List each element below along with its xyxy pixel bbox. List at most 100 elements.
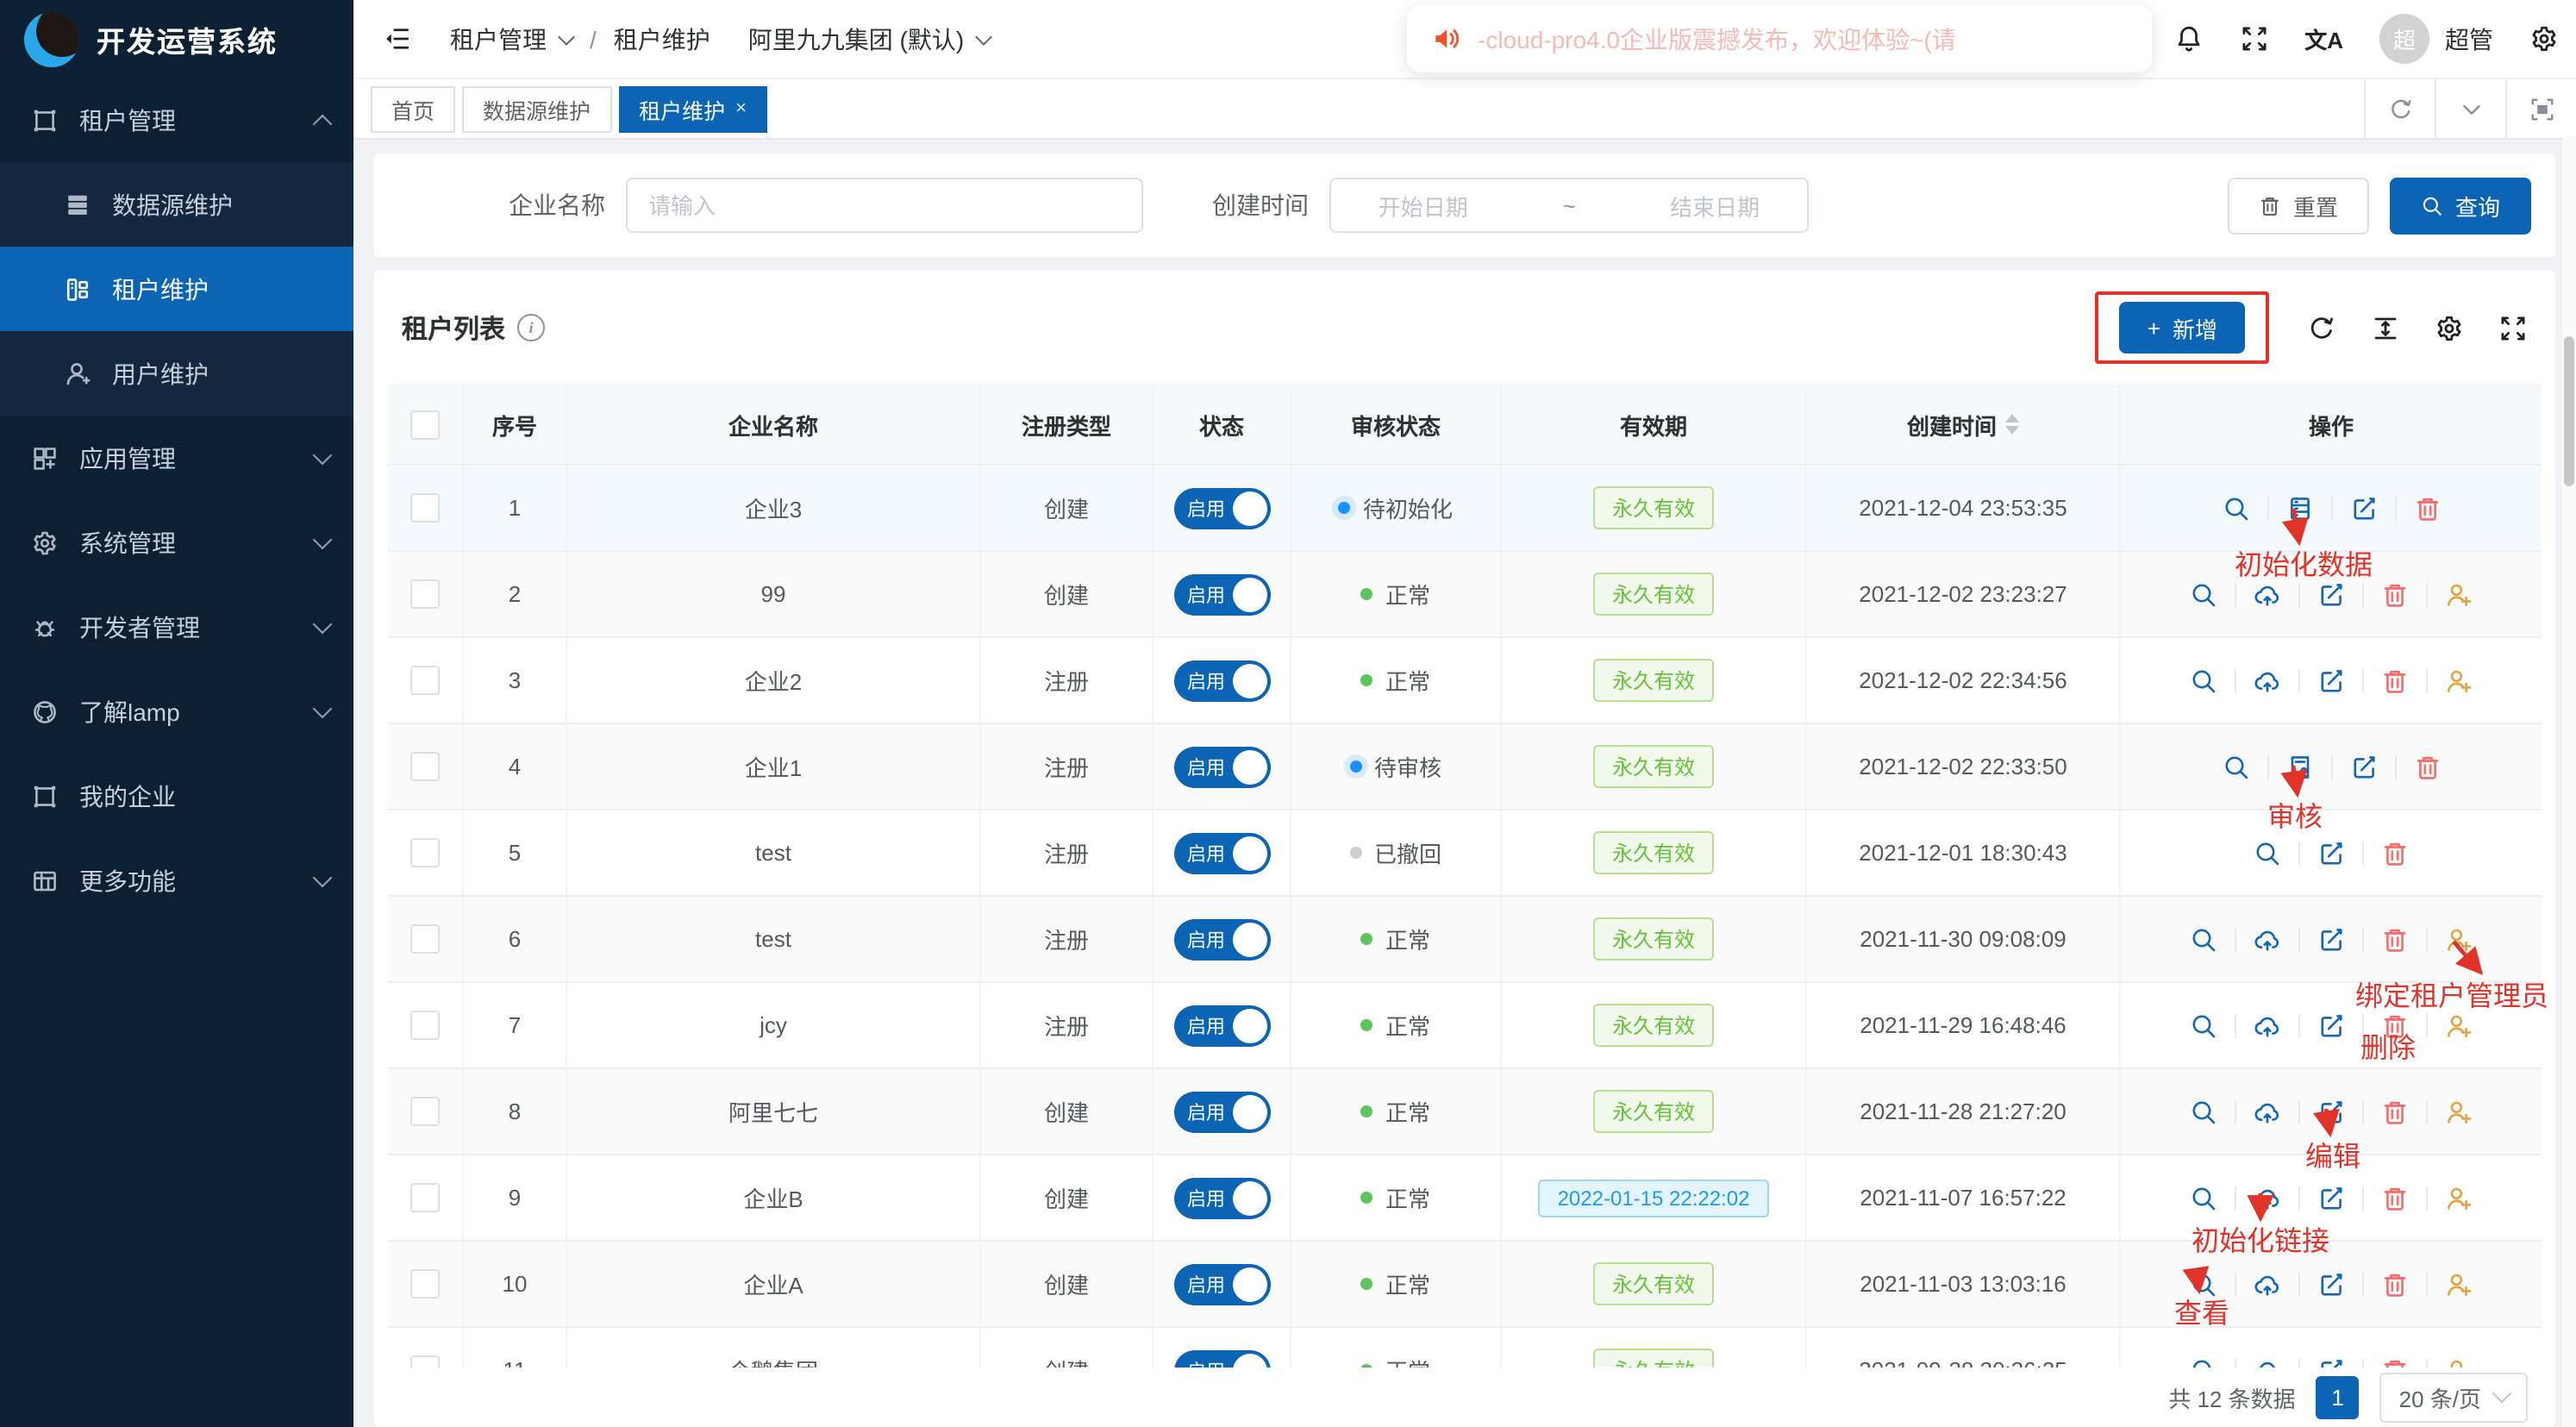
edit-icon[interactable] <box>2317 580 2345 608</box>
row-checkbox[interactable] <box>410 666 440 695</box>
view-icon[interactable] <box>2190 580 2217 608</box>
status-toggle[interactable]: 启用 <box>1173 832 1270 873</box>
close-icon[interactable]: × <box>735 98 747 119</box>
delete-icon[interactable] <box>2381 1011 2409 1039</box>
add-button[interactable]: + 新增 <box>2120 302 2245 354</box>
status-toggle[interactable]: 启用 <box>1173 1091 1270 1132</box>
init-link-icon[interactable] <box>2254 925 2281 953</box>
breadcrumb-root[interactable]: 租户管理 <box>450 22 547 56</box>
bind-admin-icon[interactable] <box>2445 1011 2473 1039</box>
row-checkbox[interactable] <box>410 838 440 867</box>
edit-icon[interactable] <box>2349 494 2377 522</box>
status-toggle[interactable]: 启用 <box>1173 1177 1270 1218</box>
bind-admin-icon[interactable] <box>2445 1356 2473 1368</box>
company-switcher[interactable]: 阿里九九集团 (默认) <box>748 22 990 56</box>
status-toggle[interactable]: 启用 <box>1173 660 1270 701</box>
status-toggle[interactable]: 启用 <box>1173 918 1270 960</box>
init-link-icon[interactable] <box>2254 1184 2281 1211</box>
status-toggle[interactable]: 启用 <box>1173 487 1270 529</box>
row-checkbox[interactable] <box>410 1097 440 1126</box>
edit-icon[interactable] <box>2317 839 2345 867</box>
scrollbar-thumb[interactable] <box>2564 336 2574 486</box>
audit-icon[interactable] <box>2285 753 2313 780</box>
delete-icon[interactable] <box>2381 580 2409 608</box>
sidebar-item-apps[interactable]: 应用管理 <box>0 416 353 500</box>
delete-icon[interactable] <box>2381 1356 2409 1368</box>
view-icon[interactable] <box>2190 1270 2217 1298</box>
company-name-input[interactable] <box>626 178 1143 233</box>
sidebar-item-github[interactable]: 了解lamp <box>0 669 353 754</box>
delete-icon[interactable] <box>2381 1270 2409 1298</box>
sidebar-item-datasource[interactable]: 数据源维护 <box>0 162 353 247</box>
edit-icon[interactable] <box>2317 925 2345 953</box>
init-data-icon[interactable] <box>2285 494 2313 522</box>
view-icon[interactable] <box>2254 839 2281 867</box>
maximize-frame-icon[interactable] <box>2505 79 2576 138</box>
view-icon[interactable] <box>2222 753 2249 780</box>
init-link-icon[interactable] <box>2254 1356 2281 1368</box>
sidebar-item-more[interactable]: 更多功能 <box>0 838 353 923</box>
tab-租户维护[interactable]: 租户维护× <box>618 85 767 132</box>
refresh-table-icon[interactable] <box>2307 313 2336 342</box>
bind-admin-icon[interactable] <box>2445 1270 2473 1298</box>
fullscreen-icon[interactable] <box>2239 24 2268 53</box>
refresh-tab-icon[interactable] <box>2364 79 2435 138</box>
row-density-icon[interactable] <box>2371 313 2400 342</box>
init-link-icon[interactable] <box>2254 580 2281 608</box>
row-checkbox[interactable] <box>410 579 440 609</box>
announcement-banner[interactable]: -cloud-pro4.0企业版震撼发布，欢迎体验~(请 <box>1407 5 2152 72</box>
select-all-checkbox-cell[interactable] <box>388 385 464 464</box>
reset-button[interactable]: 重置 <box>2228 177 2369 234</box>
page-scrollbar[interactable] <box>2562 136 2576 1427</box>
view-icon[interactable] <box>2222 494 2249 522</box>
bind-admin-icon[interactable] <box>2445 580 2473 608</box>
delete-icon[interactable] <box>2381 667 2409 694</box>
sidebar-item-gear[interactable]: 系统管理 <box>0 500 353 585</box>
view-icon[interactable] <box>2190 1184 2217 1211</box>
delete-icon[interactable] <box>2413 494 2441 522</box>
page-1-button[interactable]: 1 <box>2317 1376 2360 1419</box>
init-link-icon[interactable] <box>2254 1011 2281 1039</box>
row-checkbox[interactable] <box>410 752 440 781</box>
status-toggle[interactable]: 启用 <box>1173 1349 1270 1368</box>
select-all-checkbox[interactable] <box>410 410 440 439</box>
user-name[interactable]: 超管 <box>2445 22 2493 56</box>
row-checkbox[interactable] <box>410 493 440 523</box>
bind-admin-icon[interactable] <box>2445 925 2473 953</box>
chevron-down-icon[interactable] <box>2435 79 2505 138</box>
sidebar-item-bug[interactable]: 开发者管理 <box>0 585 353 669</box>
view-icon[interactable] <box>2190 667 2217 694</box>
tab-首页[interactable]: 首页 <box>371 85 455 132</box>
settings-gear-icon[interactable] <box>2529 24 2559 53</box>
bind-admin-icon[interactable] <box>2445 1184 2473 1211</box>
row-checkbox[interactable] <box>410 1269 440 1299</box>
delete-icon[interactable] <box>2381 1184 2409 1211</box>
language-switch-icon[interactable]: 文A <box>2304 22 2343 55</box>
query-button[interactable]: 查询 <box>2390 177 2531 234</box>
column-settings-icon[interactable] <box>2435 313 2464 342</box>
sidebar-item-tenant-maint[interactable]: 租户维护 <box>0 247 353 331</box>
edit-icon[interactable] <box>2317 1356 2345 1368</box>
avatar[interactable]: 超 <box>2379 14 2429 64</box>
row-checkbox[interactable] <box>410 1355 440 1368</box>
notification-bell-icon[interactable] <box>2173 24 2203 53</box>
fullscreen-table-icon[interactable] <box>2498 313 2528 342</box>
status-toggle[interactable]: 启用 <box>1173 1005 1270 1046</box>
edit-icon[interactable] <box>2349 753 2377 780</box>
edit-icon[interactable] <box>2317 1011 2345 1039</box>
view-icon[interactable] <box>2190 925 2217 953</box>
init-link-icon[interactable] <box>2254 1270 2281 1298</box>
row-checkbox[interactable] <box>410 1183 440 1212</box>
status-toggle[interactable]: 启用 <box>1173 746 1270 787</box>
status-toggle[interactable]: 启用 <box>1173 1263 1270 1305</box>
sidebar-collapse-icon[interactable] <box>383 24 412 53</box>
status-toggle[interactable]: 启用 <box>1173 573 1270 615</box>
row-checkbox[interactable] <box>410 1011 440 1040</box>
bind-admin-icon[interactable] <box>2445 667 2473 694</box>
edit-icon[interactable] <box>2317 1098 2345 1125</box>
delete-icon[interactable] <box>2381 925 2409 953</box>
sidebar-item-enterprise[interactable]: 我的企业 <box>0 754 353 838</box>
bind-admin-icon[interactable] <box>2445 1098 2473 1125</box>
view-icon[interactable] <box>2190 1098 2217 1125</box>
delete-icon[interactable] <box>2413 753 2441 780</box>
